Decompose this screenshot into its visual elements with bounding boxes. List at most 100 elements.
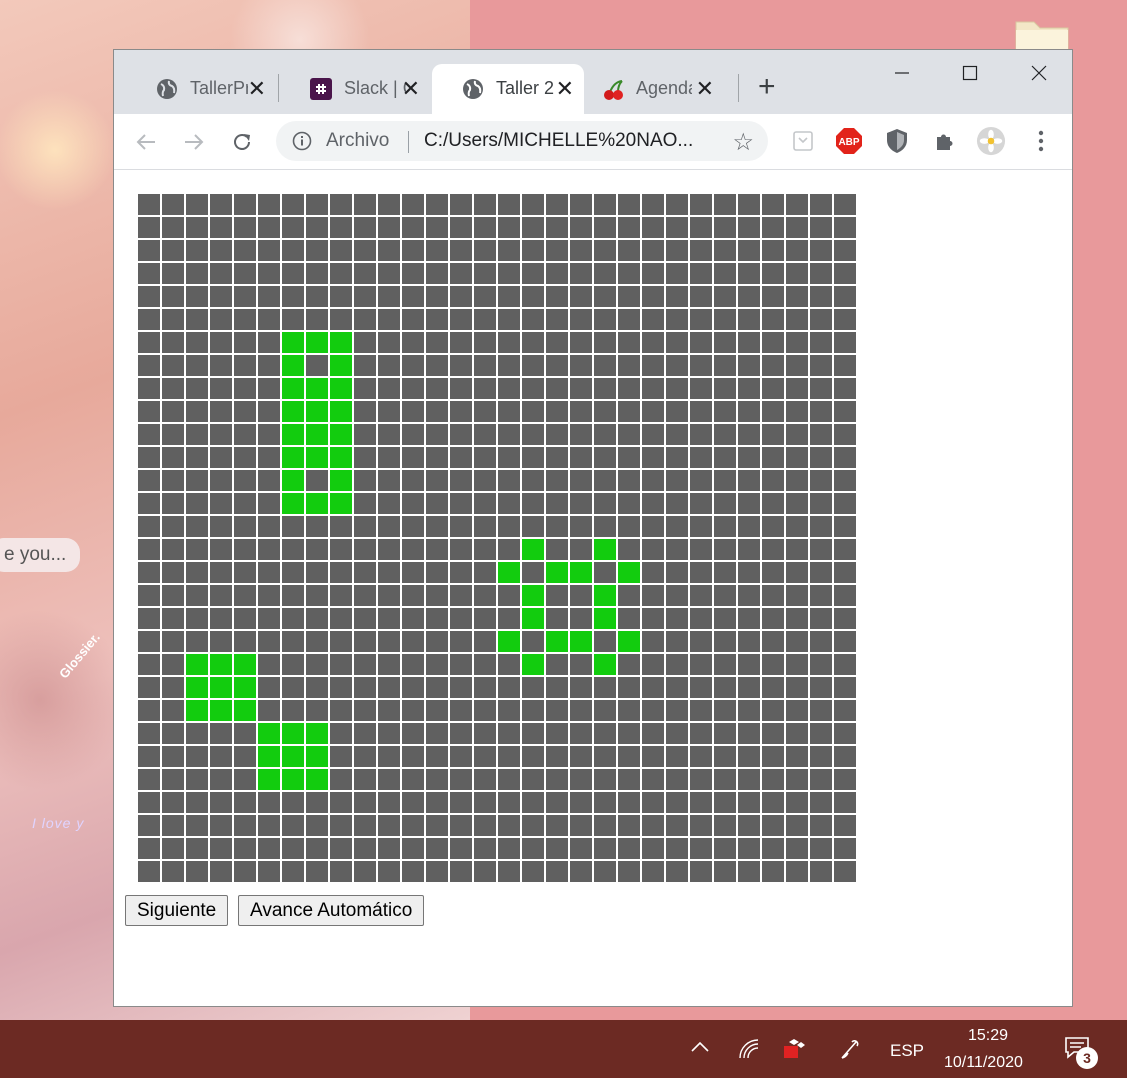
grid-cell[interactable] [138,539,160,560]
auto-advance-button[interactable]: Avance Automático [238,895,425,926]
grid-cell[interactable] [162,700,184,721]
grid-cell[interactable] [186,286,208,307]
grid-cell[interactable] [690,470,712,491]
grid-cell[interactable] [138,332,160,353]
grid-cell[interactable] [522,309,544,330]
grid-cell[interactable] [402,677,424,698]
folder-icon[interactable] [1012,14,1072,54]
grid-cell[interactable] [474,861,496,882]
grid-cell[interactable] [258,194,280,215]
grid-cell[interactable] [258,516,280,537]
grid-cell[interactable] [762,194,784,215]
grid-cell[interactable] [570,815,592,836]
grid-cell[interactable] [162,677,184,698]
grid-cell[interactable] [666,286,688,307]
grid-cell[interactable] [570,470,592,491]
grid-cell[interactable] [162,355,184,376]
grid-cell[interactable] [186,585,208,606]
grid-cell[interactable] [738,286,760,307]
grid-cell[interactable] [282,654,304,675]
grid-cell[interactable] [138,309,160,330]
grid-cell[interactable] [714,240,736,261]
grid-cell[interactable] [186,746,208,767]
grid-cell[interactable] [690,378,712,399]
grid-cell[interactable] [210,424,232,445]
grid-cell[interactable] [234,516,256,537]
grid-cell[interactable] [570,723,592,744]
grid-cell[interactable] [570,286,592,307]
grid-cell[interactable] [762,631,784,652]
grid-cell[interactable] [258,493,280,514]
grid-cell[interactable] [762,217,784,238]
grid-cell[interactable] [834,424,856,445]
new-tab-button[interactable]: + [758,70,776,104]
grid-cell[interactable] [642,746,664,767]
grid-cell[interactable] [138,217,160,238]
grid-cell[interactable] [594,861,616,882]
grid-cell[interactable] [546,700,568,721]
grid-cell[interactable] [450,493,472,514]
grid-cell[interactable] [642,470,664,491]
grid-cell[interactable] [762,746,784,767]
grid-cell[interactable] [282,631,304,652]
grid-cell[interactable] [330,608,352,629]
grid-cell[interactable] [834,516,856,537]
grid-cell[interactable] [738,631,760,652]
grid-cell[interactable] [594,332,616,353]
grid-cell[interactable] [618,447,640,468]
grid-cell[interactable] [594,401,616,422]
grid-cell[interactable] [330,677,352,698]
grid-cell[interactable] [354,585,376,606]
grid-cell[interactable] [594,194,616,215]
grid-cell[interactable] [474,194,496,215]
grid-cell[interactable] [354,240,376,261]
grid-cell[interactable] [594,447,616,468]
grid-cell[interactable] [306,470,328,491]
grid-cell[interactable] [162,401,184,422]
grid-cell[interactable] [618,608,640,629]
grid-cell[interactable] [666,470,688,491]
grid-cell[interactable] [306,355,328,376]
grid-cell[interactable] [162,263,184,284]
grid-cell[interactable] [714,838,736,859]
grid-cell-alive[interactable] [258,723,280,744]
grid-cell[interactable] [690,217,712,238]
grid-cell[interactable] [834,838,856,859]
grid-cell[interactable] [474,585,496,606]
grid-cell[interactable] [594,378,616,399]
grid-cell[interactable] [474,838,496,859]
grid-cell[interactable] [786,562,808,583]
grid-cell-alive[interactable] [330,447,352,468]
grid-cell-alive[interactable] [546,562,568,583]
grid-cell[interactable] [402,562,424,583]
grid-cell[interactable] [690,401,712,422]
grid-cell[interactable] [210,194,232,215]
grid-cell-alive[interactable] [498,631,520,652]
grid-cell[interactable] [834,861,856,882]
grid-cell[interactable] [546,723,568,744]
grid-cell[interactable] [258,355,280,376]
grid-cell[interactable] [618,424,640,445]
grid-cell[interactable] [426,861,448,882]
grid-cell[interactable] [810,470,832,491]
grid-cell[interactable] [786,240,808,261]
grid-cell[interactable] [522,815,544,836]
grid-cell[interactable] [810,194,832,215]
grid-cell[interactable] [810,263,832,284]
grid-cell[interactable] [234,194,256,215]
grid-cell[interactable] [474,470,496,491]
grid-cell[interactable] [186,516,208,537]
grid-cell[interactable] [450,240,472,261]
grid-cell[interactable] [594,424,616,445]
grid-cell[interactable] [378,194,400,215]
grid-cell[interactable] [810,424,832,445]
grid-cell[interactable] [474,654,496,675]
grid-cell[interactable] [810,815,832,836]
grid-cell[interactable] [642,516,664,537]
grid-cell[interactable] [354,677,376,698]
language-indicator[interactable]: ESP [890,1041,924,1061]
grid-cell[interactable] [330,700,352,721]
grid-cell[interactable] [834,332,856,353]
grid-cell[interactable] [666,677,688,698]
grid-cell[interactable] [426,723,448,744]
